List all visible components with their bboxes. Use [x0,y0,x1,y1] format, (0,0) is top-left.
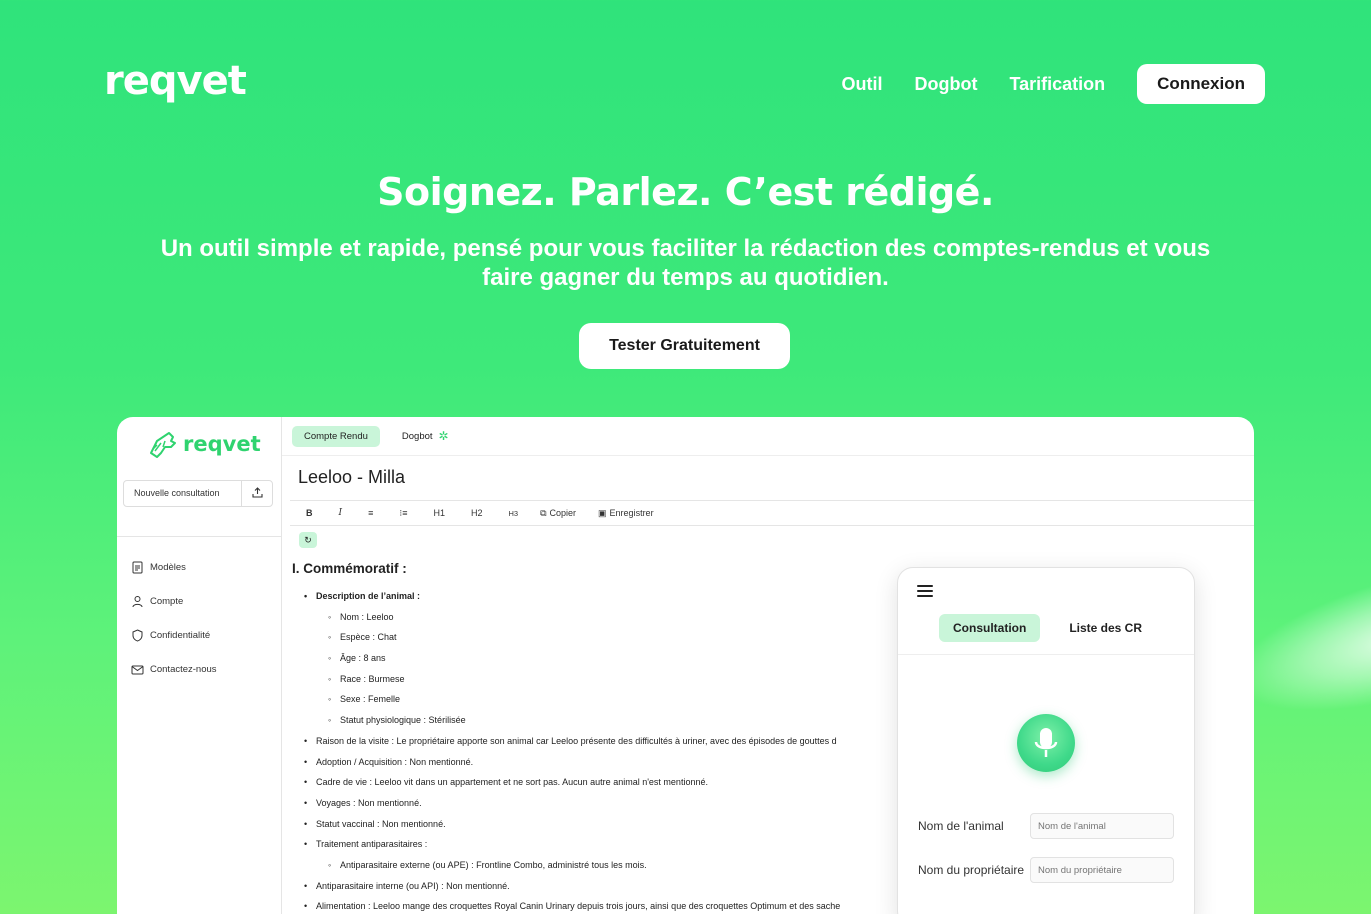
sidebar-item-compte[interactable]: Compte [131,584,217,618]
save-button[interactable]: ▣ Enregistrer [598,508,654,519]
animal-name-label: Nom de l'animal [918,818,1004,833]
document-line: Traitement antiparasitaires : [292,834,932,855]
copy-label: Copier [549,507,577,518]
document-line: Cadre de vie : Leeloo vit dans un appart… [292,772,932,793]
copy-button[interactable]: ⧉ Copier [540,508,576,519]
bullet-list-icon[interactable]: ≡ [368,508,373,518]
document-content: I. Commémoratif : Description de l’anima… [292,561,932,914]
sidebar-item-label: Confidentialité [150,629,211,641]
menu-icon[interactable] [917,585,933,597]
document-line: Antiparasitaire interne (ou API) : Non m… [292,876,932,897]
app-tabs: Compte Rendu Dogbot ✲ [292,424,471,448]
document-line: Antiparasitaire externe (ou APE) : Front… [292,855,932,876]
login-button[interactable]: Connexion [1137,64,1265,104]
user-icon [132,595,143,607]
sidebar-item-label: Modèles [150,561,186,573]
mobile-preview: Consultation Liste des CR Nom de l'anima… [897,567,1195,914]
document-line: Sexe : Femelle [292,689,932,710]
document-line: Espèce : Chat [292,627,932,648]
nav-outil[interactable]: Outil [841,74,882,95]
document-line: Voyages : Non mentionné. [292,793,932,814]
document-line: Raison de la visite : Le propriétaire ap… [292,731,932,752]
copy-icon: ⧉ [540,507,547,518]
section-title: I. Commémoratif : [292,561,407,576]
app-logo-text: reqvet [183,432,261,456]
document-line: Statut vaccinal : Non mentionné. [292,814,932,835]
dog-logo-icon [150,432,176,458]
sidebar-item-label: Compte [150,595,184,607]
shield-icon [132,628,143,642]
document-list: Description de l’animal :Nom : LeelooEsp… [292,586,932,914]
document-line: Description de l’animal : [292,586,932,607]
microphone-button[interactable] [1017,714,1075,772]
tab-compte-rendu[interactable]: Compte Rendu [292,425,380,447]
document-line: Statut physiologique : Stérilisée [292,710,932,731]
document-title[interactable]: Leeloo - Milla [298,467,405,488]
sidebar-item-modeles[interactable]: Modèles [131,550,217,584]
nav-tarification[interactable]: Tarification [1009,74,1105,95]
document-icon [132,561,143,573]
document-line: Alimentation : Leeloo mange des croquett… [292,896,932,914]
microphone-icon [1034,728,1058,757]
sidebar-item-label: Contactez-nous [150,663,217,675]
upload-icon[interactable] [242,486,272,501]
save-icon: ▣ [598,507,607,518]
h3-button[interactable]: H3 [508,509,518,518]
h1-button[interactable]: H1 [433,508,445,518]
sidebar-item-contact[interactable]: Contactez-nous [131,652,217,686]
nav-dogbot[interactable]: Dogbot [914,74,977,95]
tab-label: Dogbot [401,430,433,442]
document-line: Âge : 8 ans [292,648,932,669]
dogbot-icon: ✲ [438,429,449,443]
try-free-button[interactable]: Tester Gratuitement [579,323,790,369]
document-line: Adoption / Acquisition : Non mentionné. [292,752,932,773]
tab-liste-cr[interactable]: Liste des CR [1055,614,1156,642]
mobile-tabs: Consultation Liste des CR [939,614,1171,642]
owner-name-label: Nom du propriétaire [918,862,1025,877]
new-consultation-label[interactable]: Nouvelle consultation [124,481,242,506]
mobile-divider [898,654,1194,655]
app-logo[interactable]: reqvet [145,427,261,461]
new-consultation-field[interactable]: Nouvelle consultation [123,480,273,507]
animal-name-row: Nom de l'animal [918,813,1178,839]
sidebar-item-confidentialite[interactable]: Confidentialité [131,618,217,652]
sidebar-divider [117,536,282,537]
document-line: Nom : Leeloo [292,607,932,628]
document-line: Race : Burmese [292,669,932,690]
animal-name-input[interactable] [1030,813,1174,839]
redo-icon[interactable]: ↻ [299,532,317,548]
tabs-divider [282,455,1254,456]
owner-name-input[interactable] [1030,857,1174,883]
bold-button[interactable]: B [306,508,313,518]
tab-consultation[interactable]: Consultation [939,614,1041,642]
tab-dogbot[interactable]: Dogbot ✲ [390,424,461,448]
hero-title: Soignez. Parlez. C’est rédigé. [377,170,994,214]
numbered-list-icon[interactable]: ⁝≡ [399,508,407,519]
editor-toolbar: B I ≡ ⁝≡ H1 H2 H3 ⧉ Copier ▣ Enregistrer [290,500,1254,526]
h2-button[interactable]: H2 [471,508,483,518]
logo[interactable]: reqvet [104,58,247,104]
mail-icon [131,665,144,674]
hero-subtitle: Un outil simple et rapide, pensé pour vo… [160,235,1211,291]
save-label: Enregistrer [609,507,654,518]
owner-name-row: Nom du propriétaire [918,857,1178,883]
top-nav: Outil Dogbot Tarification Connexion [841,64,1265,104]
italic-button[interactable]: I [339,508,343,518]
sidebar-menu: Modèles Compte Confidentialité Contactez… [131,550,217,686]
app-sidebar: reqvet Nouvelle consultation Modèles Com… [117,417,282,914]
